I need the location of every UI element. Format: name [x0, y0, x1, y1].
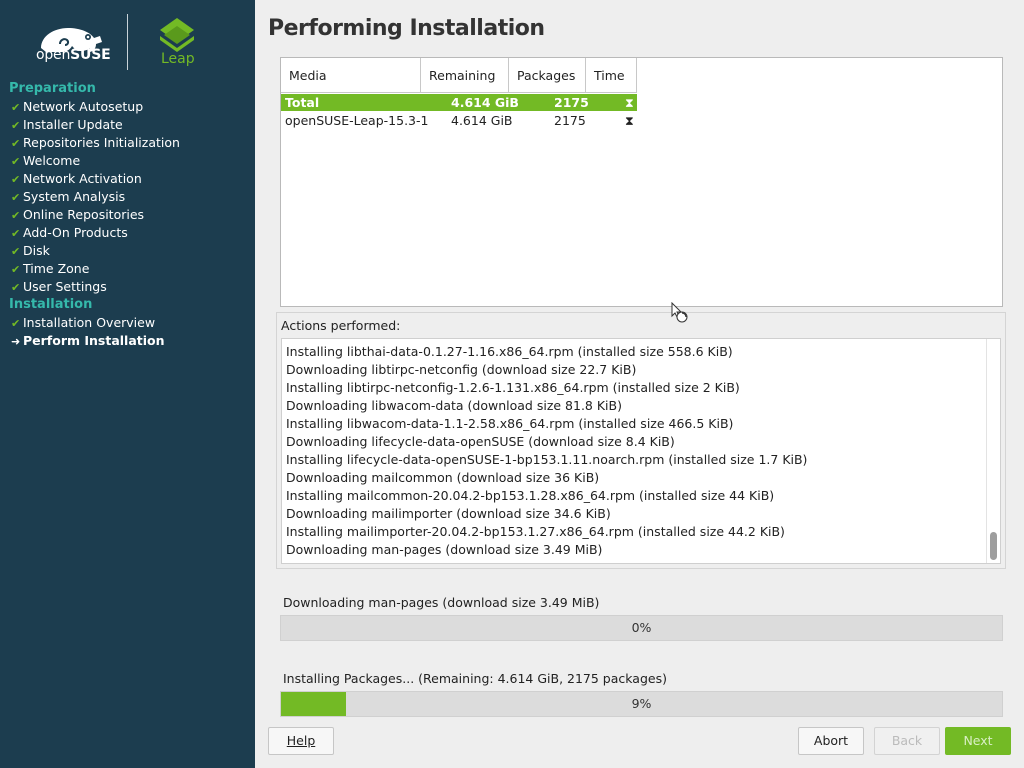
abort-button[interactable]: Abort	[798, 727, 864, 755]
sidebar-step-welcome: ✔ Welcome	[11, 152, 80, 170]
log-scrollbar[interactable]	[986, 339, 1000, 563]
step-label: Disk	[23, 243, 50, 258]
media-table[interactable]: Media Remaining Packages Time Total 4.61…	[280, 57, 1003, 307]
check-icon: ✔	[11, 227, 21, 240]
leap-wordmark: Leap	[161, 51, 195, 67]
log-line: Downloading lifecycle-data-openSUSE (dow…	[286, 434, 675, 449]
step-label: Online Repositories	[23, 207, 145, 222]
sidebar-step-add-on-products: ✔ Add-On Products	[11, 224, 128, 242]
current-action-label: Downloading man-pages (download size 3.4…	[283, 595, 600, 610]
log-line: Downloading mailcommon (download size 36…	[286, 470, 600, 485]
log-line: Installing libthai-data-0.1.27-1.16.x86_…	[286, 344, 733, 359]
total-progress: 9%	[280, 691, 1003, 717]
step-label: Repositories Initialization	[23, 135, 180, 150]
current-action-progress: 0%	[280, 615, 1003, 641]
progress-text: 0%	[631, 620, 652, 635]
arrow-right-icon: ➜	[11, 335, 21, 348]
cell-media: Total	[285, 95, 320, 110]
back-button[interactable]: Back	[874, 727, 940, 755]
sidebar-step-online-repositories: ✔ Online Repositories	[11, 206, 144, 224]
table-row-total[interactable]: Total 4.614 GiB 2175 ⧗	[281, 94, 637, 111]
cell-media: openSUSE-Leap-15.3-1	[285, 113, 429, 128]
check-icon: ✔	[11, 155, 21, 168]
hourglass-icon: ⧗	[625, 113, 634, 128]
actions-label: Actions performed:	[281, 318, 401, 333]
log-line: Installing mailimporter-20.04.2-bp153.1.…	[286, 524, 785, 539]
sidebar-step-user-settings: ✔ User Settings	[11, 278, 107, 296]
check-icon: ✔	[11, 245, 21, 258]
actions-log[interactable]: Installing libthai-data-0.1.27-1.16.x86_…	[281, 338, 1001, 564]
column-header-time[interactable]: Time	[586, 58, 637, 93]
sidebar-step-installer-update: ✔ Installer Update	[11, 116, 123, 134]
hourglass-icon: ⧗	[625, 95, 634, 110]
next-button[interactable]: Next	[945, 727, 1011, 755]
main-content: Performing Installation Media Remaining …	[255, 0, 1024, 768]
step-group-preparation: Preparation	[9, 81, 96, 96]
sidebar-step-installation-overview: ✔ Installation Overview	[11, 314, 155, 332]
step-label: Installation Overview	[23, 315, 156, 330]
step-label: User Settings	[23, 279, 107, 294]
cell-remaining: 4.614 GiB	[451, 113, 513, 128]
check-icon: ✔	[11, 173, 21, 186]
step-label: Time Zone	[23, 261, 90, 276]
log-line: Downloading libtirpc-netconfig (download…	[286, 362, 637, 377]
log-line: Downloading mailimporter (download size …	[286, 506, 611, 521]
column-header-media[interactable]: Media	[281, 58, 421, 93]
column-header-remaining[interactable]: Remaining	[421, 58, 509, 93]
page-title: Performing Installation	[268, 16, 545, 41]
check-icon: ✔	[11, 281, 21, 294]
table-row-media[interactable]: openSUSE-Leap-15.3-1 4.614 GiB 2175 ⧗	[281, 112, 637, 129]
sidebar-step-time-zone: ✔ Time Zone	[11, 260, 89, 278]
log-line: Installing libwacom-data-1.1-2.58.x86_64…	[286, 416, 734, 431]
sidebar-step-perform-installation: ➜ Perform Installation	[11, 332, 165, 350]
step-group-installation: Installation	[9, 297, 93, 312]
check-icon: ✔	[11, 101, 21, 114]
logo-divider	[127, 14, 128, 70]
step-label: Network Autosetup	[23, 99, 144, 114]
leap-logo	[160, 18, 194, 52]
column-header-packages[interactable]: Packages	[509, 58, 586, 93]
progress-text: 9%	[631, 696, 652, 711]
sidebar-step-system-analysis: ✔ System Analysis	[11, 188, 125, 206]
step-label: Perform Installation	[23, 333, 165, 348]
scrollbar-thumb[interactable]	[990, 532, 997, 560]
installer-sidebar: openSUSE Leap Preparation ✔ Network Autose…	[0, 0, 255, 768]
log-line: Installing lifecycle-data-openSUSE-1-bp1…	[286, 452, 808, 467]
step-label: Welcome	[23, 153, 81, 168]
step-label: Installer Update	[23, 117, 123, 132]
log-line: Downloading man-pages (download size 3.4…	[286, 542, 603, 557]
log-line: Installing mailcommon-20.04.2-bp153.1.28…	[286, 488, 775, 503]
sidebar-step-network-activation: ✔ Network Activation	[11, 170, 142, 188]
check-icon: ✔	[11, 317, 21, 330]
check-icon: ✔	[11, 209, 21, 222]
check-icon: ✔	[11, 137, 21, 150]
sidebar-step-repositories-initialization: ✔ Repositories Initialization	[11, 134, 180, 152]
cell-packages: 2175	[554, 113, 586, 128]
step-label: System Analysis	[23, 189, 126, 204]
step-label: Add-On Products	[23, 225, 128, 240]
step-label: Network Activation	[23, 171, 142, 186]
cell-remaining: 4.614 GiB	[451, 95, 519, 110]
cell-packages: 2175	[554, 95, 589, 110]
total-progress-label: Installing Packages... (Remaining: 4.614…	[283, 671, 667, 686]
log-line: Installing libtirpc-netconfig-1.2.6-1.13…	[286, 380, 740, 395]
help-button[interactable]: Help	[268, 727, 334, 755]
opensuse-wordmark: openSUSE	[36, 47, 111, 63]
check-icon: ✔	[11, 191, 21, 204]
check-icon: ✔	[11, 119, 21, 132]
sidebar-step-network-autosetup: ✔ Network Autosetup	[11, 98, 143, 116]
check-icon: ✔	[11, 263, 21, 276]
log-line: Downloading libwacom-data (download size…	[286, 398, 622, 413]
sidebar-step-disk: ✔ Disk	[11, 242, 50, 260]
busy-cursor-icon	[671, 302, 688, 323]
logo-area: openSUSE Leap	[0, 0, 255, 80]
